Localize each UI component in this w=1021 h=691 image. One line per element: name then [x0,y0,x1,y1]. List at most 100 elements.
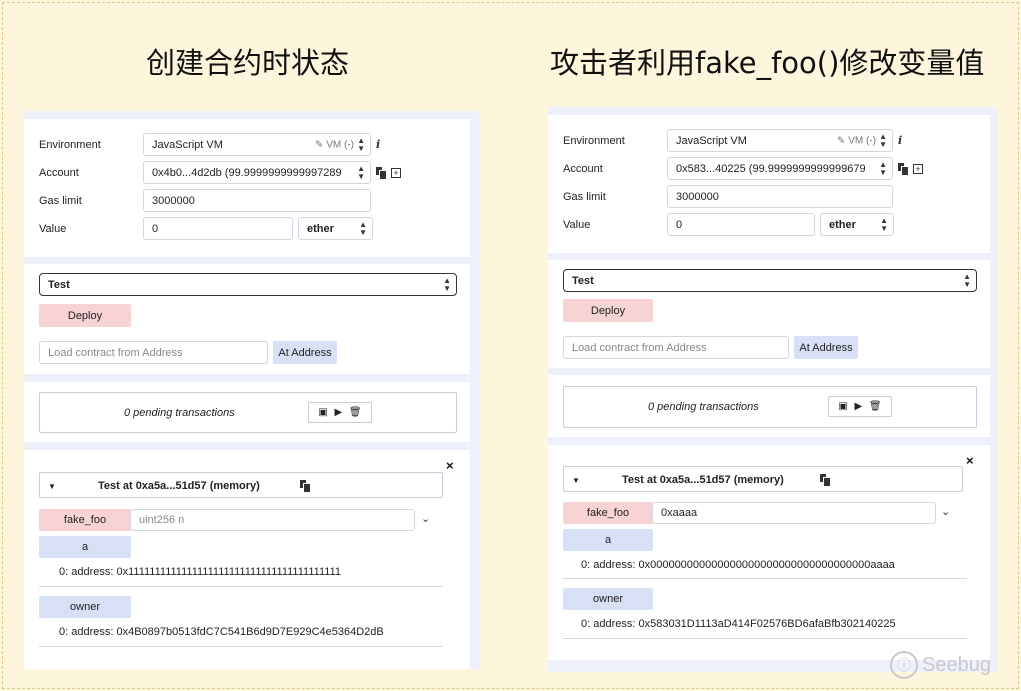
watermark-text: Seebug [922,653,991,676]
left-instance-card: × ▼ Test at 0xa5a...51d57 (memory) fake_… [24,450,470,669]
environment-select[interactable]: JavaScript VM ✎ VM (-) ▲ ▼ [143,133,371,156]
right-remix-panel: Environment JavaScript VM ✎ VM (-) ▲ ▼ i … [548,107,998,672]
account-value: 0x4b0...4d2db (99.9999999999997289 [152,166,342,179]
unit-select[interactable]: ether ▲ ▼ [820,213,894,236]
close-icon[interactable]: × [446,458,454,473]
at-address-button[interactable]: At Address [794,336,858,359]
caret-down-icon[interactable]: ▼ [48,482,56,491]
gas-limit-input[interactable]: 3000000 [143,189,371,212]
chevron-down-icon[interactable]: ⌄ [421,512,430,525]
copy-icon[interactable] [898,163,908,175]
trash-icon[interactable]: 🗑 [349,407,362,418]
trash-icon[interactable]: 🗑 [869,401,882,412]
divider [563,578,967,579]
divider [563,638,967,639]
select-arrows-icon: ▲ ▼ [877,159,887,177]
instance-header[interactable]: ▼ Test at 0xa5a...51d57 (memory) [563,466,963,492]
a-button[interactable]: a [39,536,131,558]
value-input[interactable]: 0 [667,213,815,236]
load-contract-input[interactable]: Load contract from Address [563,336,789,359]
caret-down-icon[interactable]: ▼ [572,476,580,485]
value-input[interactable]: 0 [143,217,293,240]
instance-header[interactable]: ▼ Test at 0xa5a...51d57 (memory) [39,472,443,498]
gas-limit-label: Gas limit [563,191,606,203]
instance-title: Test at 0xa5a...51d57 (memory) [98,480,260,492]
load-contract-placeholder: Load contract from Address [48,346,183,359]
account-select[interactable]: 0x4b0...4d2db (99.9999999999997289 ▲ ▼ [143,161,371,184]
chevron-down-icon[interactable]: ⌄ [941,505,950,518]
owner-button[interactable]: owner [39,596,131,618]
environment-label: Environment [39,139,101,151]
instance-title: Test at 0xa5a...51d57 (memory) [622,474,784,486]
pending-transactions-text: 0 pending transactions [124,407,235,419]
a-result: 0: address: 0x00000000000000000000000000… [581,559,895,571]
pending-transactions-text: 0 pending transactions [648,401,759,413]
gas-limit-label: Gas limit [39,195,82,207]
add-account-icon[interactable]: + [391,168,401,178]
fake-foo-input[interactable]: 0xaaaa [652,502,936,524]
contract-select[interactable]: Test ▲ ▼ [563,269,977,292]
divider [39,586,443,587]
right-pending-card: 0 pending transactions ▣ ▶ 🗑 [548,375,990,437]
info-icon[interactable]: i [376,138,380,151]
fake-foo-placeholder: uint256 n [139,514,185,526]
save-icon[interactable]: ▣ [318,407,327,418]
account-select[interactable]: 0x583...40225 (99.9999999999999679 ▲ ▼ [667,157,893,180]
pending-transactions-box: 0 pending transactions ▣ ▶ 🗑 [39,392,457,433]
seebug-watermark: ⓘ Seebug [890,651,991,679]
left-contract-card: Test ▲ ▼ Deploy Load contract from Addres… [24,264,470,374]
unit-select[interactable]: ether ▲ ▼ [298,217,373,240]
close-icon[interactable]: × [966,453,974,468]
plug-icon: ✎ VM (-) [315,139,354,150]
contract-value: Test [572,274,594,287]
load-contract-placeholder: Load contract from Address [572,341,707,354]
left-settings-card: Environment JavaScript VM ✎ VM (-) ▲ ▼ i … [24,119,470,257]
unit-value: ether [307,222,334,235]
deploy-button[interactable]: Deploy [563,299,653,322]
copy-icon[interactable] [376,167,386,179]
select-arrows-icon: ▲ ▼ [880,215,888,233]
gas-limit-input[interactable]: 3000000 [667,185,893,208]
environment-select[interactable]: JavaScript VM ✎ VM (-) ▲ ▼ [667,129,893,152]
fake-foo-button[interactable]: fake_foo [39,509,131,531]
value-label: Value [563,219,591,231]
owner-button[interactable]: owner [563,588,653,610]
pending-toolbar: ▣ ▶ 🗑 [828,396,892,417]
environment-value: JavaScript VM [676,134,747,147]
right-settings-card: Environment JavaScript VM ✎ VM (-) ▲ ▼ i … [548,115,990,253]
plug-icon: ✎ VM (-) [837,135,876,146]
select-arrows-icon: ▲ ▼ [355,163,365,181]
a-result: 0: address: 0x11111111111111111111111111… [59,566,341,578]
right-instance-card: × ▼ Test at 0xa5a...51d57 (memory) fake_… [548,445,990,660]
contract-value: Test [48,278,70,291]
save-icon[interactable]: ▣ [838,401,847,412]
account-value: 0x583...40225 (99.9999999999999679 [676,162,866,175]
left-remix-panel: Environment JavaScript VM ✎ VM (-) ▲ ▼ i … [24,111,480,669]
pending-toolbar: ▣ ▶ 🗑 [308,402,372,423]
copy-icon[interactable] [820,474,830,486]
copy-icon[interactable] [300,480,310,492]
select-arrows-icon: ▲ ▼ [443,275,451,293]
left-pending-card: 0 pending transactions ▣ ▶ 🗑 [24,382,470,442]
account-label: Account [563,163,603,175]
load-contract-input[interactable]: Load contract from Address [39,341,268,364]
info-icon[interactable]: i [898,134,902,147]
account-label: Account [39,167,79,179]
owner-result: 0: address: 0x583031D1113aD414F02576BD6a… [581,618,896,630]
value-label: Value [39,223,67,235]
play-icon[interactable]: ▶ [855,401,863,412]
add-account-icon[interactable]: + [913,164,923,174]
at-address-button[interactable]: At Address [273,341,337,364]
play-icon[interactable]: ▶ [335,407,343,418]
contract-select[interactable]: Test ▲ ▼ [39,273,457,296]
owner-result: 0: address: 0x4B0897b0513fdC7C541B6d9D7E… [59,626,384,638]
environment-label: Environment [563,135,625,147]
right-heading: 攻击者利用fake_foo()修改变量值 [550,46,985,80]
fake-foo-input[interactable]: uint256 n [130,509,415,531]
environment-value: JavaScript VM [152,138,223,151]
a-button[interactable]: a [563,529,653,551]
fake-foo-button[interactable]: fake_foo [563,502,653,524]
deploy-button[interactable]: Deploy [39,304,131,327]
pending-transactions-box: 0 pending transactions ▣ ▶ 🗑 [563,386,977,428]
select-arrows-icon: ▲ ▼ [963,271,971,289]
